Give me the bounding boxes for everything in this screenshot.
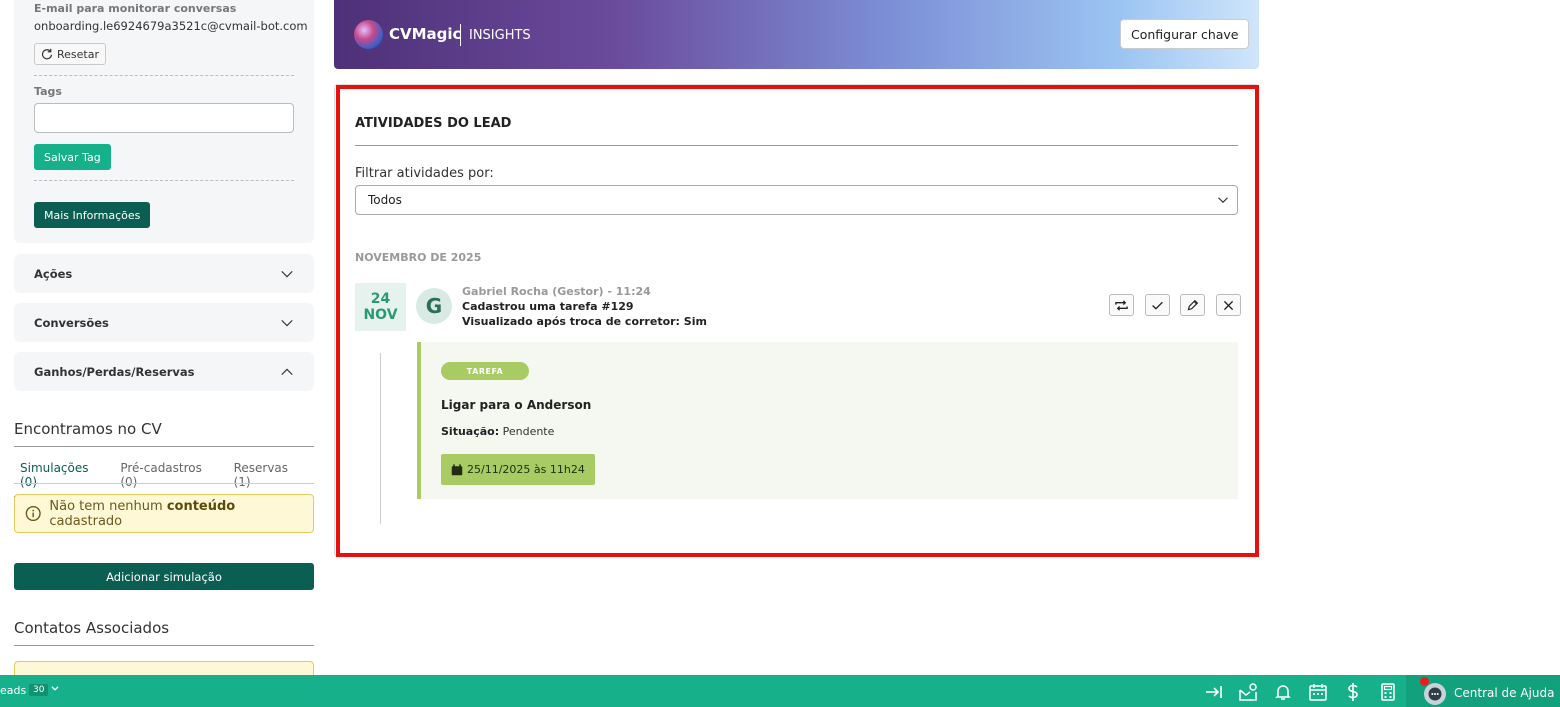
tags-label: Tags — [34, 85, 62, 98]
accordion-label: Ganhos/Perdas/Reservas — [34, 364, 195, 379]
configure-key-button[interactable]: Configurar chave — [1120, 19, 1250, 49]
dollar-icon[interactable] — [1343, 682, 1363, 702]
chevron-down-icon — [1218, 197, 1228, 204]
cvmagic-banner: CVMagic INSIGHTS Configurar chave — [334, 0, 1259, 69]
accordion-conversoes[interactable]: Conversões — [14, 303, 314, 342]
calendar-grid-icon[interactable] — [1308, 682, 1328, 702]
tags-input[interactable] — [34, 103, 294, 133]
notification-dot — [1420, 677, 1429, 686]
select-value: Todos — [368, 193, 402, 207]
email-monitor-value: onboarding.le6924679a3521c@cvmail-bot.co… — [34, 19, 308, 33]
divider — [460, 24, 461, 46]
refresh-icon — [41, 48, 53, 60]
bottom-bar: eads 30 Central de Ajuda — [0, 675, 1560, 707]
calculator-icon[interactable] — [1378, 682, 1398, 702]
repeat-button[interactable] — [1109, 294, 1134, 316]
accordion-label: Conversões — [34, 315, 109, 330]
chevron-up-icon — [281, 368, 293, 375]
add-simulation-button[interactable]: Adicionar simulação — [14, 563, 314, 590]
chevron-down-icon — [281, 270, 293, 277]
task-due-text: 25/11/2025 às 11h24 — [467, 463, 585, 476]
activity-author: Gabriel Rocha (Gestor) - 11:24 — [462, 285, 651, 298]
divider — [34, 75, 294, 76]
divider — [355, 145, 1238, 146]
brand-sub: INSIGHTS — [469, 28, 531, 43]
reset-label: Resetar — [57, 47, 99, 61]
associated-contacts-title: Contatos Associados — [14, 619, 170, 637]
mailbox-icon[interactable] — [1238, 682, 1258, 702]
found-cv-tabs: Simulações (0) Pré-cadastros (0) Reserva… — [14, 458, 314, 498]
tab-simulacoes[interactable]: Simulações (0) — [14, 458, 115, 498]
chat-icon[interactable] — [1424, 683, 1446, 705]
lead-details-card: E-mail para monitorar conversas onboardi… — [14, 0, 314, 243]
arrow-to-right-icon[interactable] — [1204, 682, 1224, 702]
task-title: Ligar para o Anderson — [441, 398, 592, 412]
close-icon — [1223, 300, 1234, 310]
repeat-icon — [1115, 299, 1128, 311]
filter-label: Filtrar atividades por: — [355, 166, 494, 181]
divider — [14, 446, 314, 447]
info-icon — [25, 505, 41, 522]
help-center-link[interactable]: Central de Ajuda — [1454, 686, 1554, 700]
activity-filter-select[interactable]: Todos — [355, 185, 1238, 215]
empty-content-text: Não tem nenhum conteúdo cadastrado — [49, 498, 236, 529]
found-cv-title: Encontramos no CV — [14, 420, 162, 438]
task-badge: TAREFA — [441, 362, 529, 380]
divider — [34, 180, 294, 181]
divider — [14, 645, 314, 646]
complete-button[interactable] — [1145, 294, 1170, 316]
accordion-acoes[interactable]: Ações — [14, 254, 314, 293]
lead-sidebar: E-mail para monitorar conversas onboardi… — [0, 0, 330, 675]
leads-count[interactable]: 30 — [29, 684, 49, 696]
activity-viewed-note: Visualizado após troca de corretor: Sim — [462, 315, 707, 328]
chevron-down-icon[interactable] — [50, 683, 60, 693]
chevron-down-icon — [281, 319, 293, 326]
cvmagic-logo-icon — [354, 20, 383, 49]
check-icon — [1152, 301, 1163, 310]
pencil-icon — [1187, 299, 1199, 310]
divider — [14, 483, 314, 484]
task-status: Situação: Pendente — [441, 425, 555, 438]
avatar: G — [416, 288, 452, 324]
timeline-line — [380, 353, 381, 524]
activity-month: NOV — [363, 307, 398, 323]
activity-description: Cadastrou uma tarefa #129 — [462, 300, 634, 313]
tab-pre-cadastros[interactable]: Pré-cadastros (0) — [114, 458, 227, 498]
activities-title: ATIVIDADES DO LEAD — [355, 116, 512, 131]
reset-button[interactable]: Resetar — [34, 43, 106, 65]
save-tag-button[interactable]: Salvar Tag — [34, 144, 111, 170]
accordion-ganhos-perdas-reservas[interactable]: Ganhos/Perdas/Reservas — [14, 352, 314, 391]
task-due-date: 25/11/2025 às 11h24 — [441, 454, 595, 485]
email-monitor-label: E-mail para monitorar conversas — [34, 2, 237, 15]
tab-reservas[interactable]: Reservas (1) — [228, 458, 314, 498]
activity-day: 24 — [370, 291, 391, 307]
more-info-button[interactable]: Mais Informações — [34, 202, 151, 228]
month-header: NOVEMBRO DE 2025 — [355, 251, 482, 264]
leads-label[interactable]: eads — [0, 684, 26, 697]
accordion-label: Ações — [34, 266, 73, 281]
edit-button[interactable] — [1180, 294, 1205, 316]
activity-date: 24 NOV — [355, 283, 406, 331]
empty-content-alert: Não tem nenhum conteúdo cadastrado — [14, 494, 314, 533]
delete-button[interactable] — [1216, 294, 1241, 316]
brand-name: CVMagic — [389, 25, 462, 43]
calendar-icon — [451, 463, 463, 475]
contacts-alert — [14, 661, 314, 675]
bell-icon[interactable] — [1273, 682, 1293, 702]
